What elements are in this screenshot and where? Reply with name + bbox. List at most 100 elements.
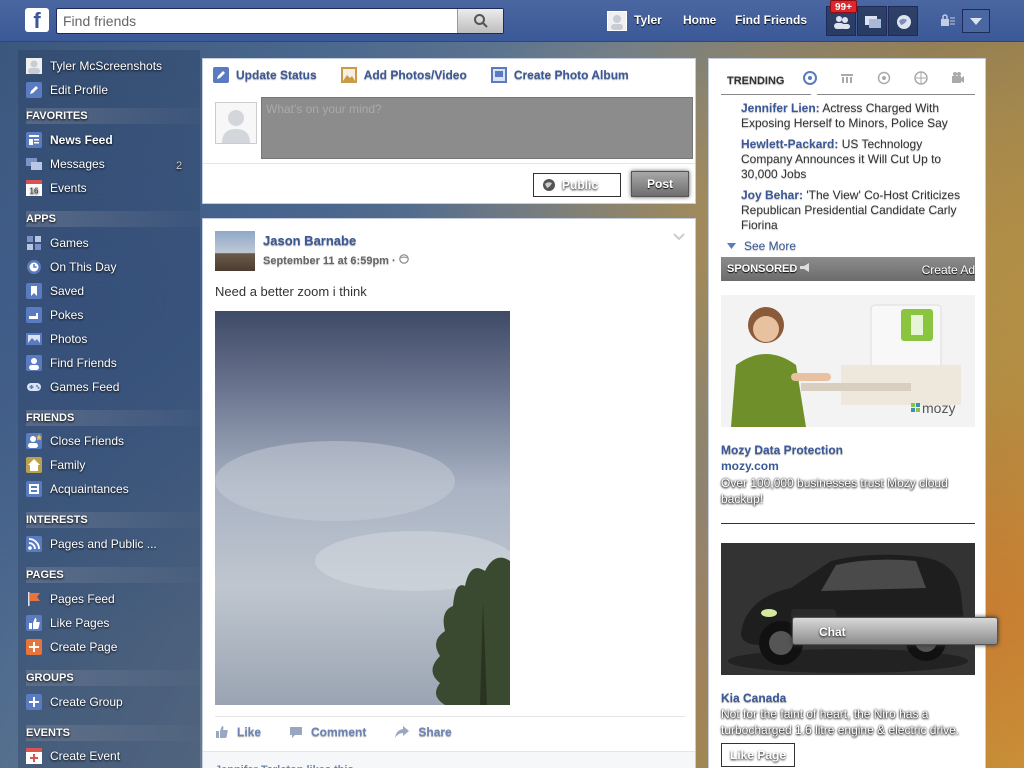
- favorites-header: FAVORITES: [26, 108, 200, 124]
- sidebar-item-pages-feed[interactable]: Pages Feed: [26, 589, 115, 609]
- feed-story: Jason Barnabe September 11 at 6:59pm · N…: [202, 218, 696, 768]
- entertainment-icon[interactable]: [951, 71, 965, 85]
- car-photo: [721, 543, 975, 675]
- rss-icon: [26, 536, 42, 552]
- story-timestamp[interactable]: September 11 at 6:59pm ·: [263, 254, 409, 267]
- messages-sidebar-icon: [26, 156, 42, 172]
- mozy-ad-body[interactable]: Over 100,000 businesses trust Mozy cloud…: [721, 475, 975, 507]
- like-page-button[interactable]: Like Page: [721, 743, 796, 767]
- sidebar-item-events[interactable]: 16 Events: [26, 178, 87, 198]
- messages-jewel[interactable]: [857, 6, 887, 36]
- sidebar-item-find-friends[interactable]: Find Friends: [26, 353, 117, 373]
- photo-icon: [340, 67, 357, 83]
- sidebar-item-create-group[interactable]: Create Group: [26, 692, 123, 712]
- sidebar-events-label: Events: [50, 181, 87, 195]
- kia-ad-body[interactable]: Not for the faint of heart, the Niro has…: [721, 706, 975, 738]
- globe-icon: [897, 15, 911, 29]
- sidebar-edit-profile[interactable]: Edit Profile: [26, 80, 108, 100]
- sidebar-item-close-friends[interactable]: Close Friends: [26, 431, 124, 451]
- sidebar-item-acquaintances[interactable]: Acquaintances: [26, 479, 129, 499]
- tab-update-status[interactable]: Update Status: [213, 67, 317, 83]
- sidebar-item-games[interactable]: Games: [26, 233, 89, 253]
- facebook-logo[interactable]: f: [25, 8, 49, 33]
- events-header: EVENTS: [26, 725, 200, 741]
- sponsored-label: SPONSORED: [727, 263, 798, 275]
- settings-dropdown-button[interactable]: [962, 9, 990, 33]
- sidebar-profile[interactable]: Tyler McScreenshots: [26, 56, 162, 76]
- post-button[interactable]: Post: [631, 171, 689, 197]
- create-ad-link[interactable]: Create Ad: [922, 263, 975, 277]
- story-likes-summary[interactable]: Jennifer Tarleton likes this.: [203, 751, 695, 768]
- science-icon[interactable]: [877, 71, 891, 85]
- sidebar-profile-name: Tyler McScreenshots: [50, 59, 163, 73]
- sidebar-item-on-this-day[interactable]: On This Day: [26, 257, 116, 277]
- create-event-icon: [26, 748, 42, 764]
- trend-item-1[interactable]: Jennifer Lien: Actress Charged With Expo…: [741, 101, 971, 131]
- status-input[interactable]: What's on your mind?: [261, 97, 693, 159]
- trending-title: TRENDING: [727, 75, 785, 87]
- story-photo[interactable]: [215, 311, 510, 705]
- messages-icon: [865, 16, 881, 28]
- privacy-shortcut-icon[interactable]: [940, 13, 956, 29]
- games-icon: [26, 235, 42, 251]
- sidebar-item-pokes[interactable]: Pokes: [26, 305, 83, 325]
- trend-item-2[interactable]: Hewlett-Packard: US Technology Company A…: [741, 137, 971, 182]
- user-avatar[interactable]: [607, 11, 627, 31]
- share-label: Share: [418, 725, 452, 739]
- find-friends-link[interactable]: Find Friends: [735, 13, 807, 27]
- mozy-ad-title[interactable]: Mozy Data Protection: [721, 443, 843, 457]
- comment-label: Comment: [311, 725, 367, 739]
- share-button[interactable]: Share: [394, 725, 452, 739]
- acquaintances-icon: [26, 481, 42, 497]
- clock-icon: [26, 259, 42, 275]
- sidebar-family-label: Family: [50, 458, 86, 472]
- sidebar-pages-public-label: Pages and Public ...: [50, 537, 157, 551]
- audience-selector[interactable]: Public: [533, 173, 621, 197]
- sidebar-item-family[interactable]: Family: [26, 455, 85, 475]
- story-author-name[interactable]: Jason Barnabe: [263, 233, 356, 248]
- search-input[interactable]: [63, 12, 458, 30]
- sidebar-item-games-feed[interactable]: Games Feed: [26, 377, 119, 397]
- sidebar-item-messages[interactable]: Messages: [26, 154, 105, 174]
- svg-text:mozy: mozy: [922, 400, 955, 416]
- search-button[interactable]: [457, 9, 503, 33]
- sidebar-create-event-label: Create Event: [50, 749, 121, 763]
- like-button[interactable]: Like: [215, 725, 261, 739]
- chat-tab[interactable]: Chat: [792, 617, 998, 645]
- sidebar-item-news-feed[interactable]: News Feed: [26, 130, 113, 150]
- sidebar-item-like-pages[interactable]: Like Pages: [26, 613, 109, 633]
- kia-ad-title[interactable]: Kia Canada: [721, 691, 786, 705]
- sidebar-item-saved[interactable]: Saved: [26, 281, 84, 301]
- groups-header: GROUPS: [26, 670, 200, 686]
- comment-icon: [290, 727, 303, 738]
- silhouette-icon: [608, 12, 626, 30]
- sidebar-games-feed-label: Games Feed: [50, 380, 120, 394]
- kia-ad-image[interactable]: [721, 543, 975, 675]
- sidebar-create-page-label: Create Page: [50, 640, 118, 654]
- tab-create-album[interactable]: Create Photo Album: [490, 67, 629, 83]
- mozy-ad-domain[interactable]: mozy.com: [721, 459, 779, 473]
- album-icon: [490, 67, 507, 83]
- sidebar-item-pages-public[interactable]: Pages and Public ...: [26, 534, 157, 554]
- sports-icon[interactable]: [914, 71, 928, 85]
- home-link[interactable]: Home: [683, 13, 716, 27]
- sidebar-item-create-page[interactable]: Create Page: [26, 637, 117, 657]
- profile-link[interactable]: Tyler: [634, 13, 662, 27]
- sidebar-item-photos[interactable]: Photos: [26, 329, 87, 349]
- comment-button[interactable]: Comment: [289, 725, 366, 739]
- sidebar-like-pages-label: Like Pages: [50, 616, 110, 630]
- politics-icon[interactable]: [840, 71, 854, 85]
- story-author-avatar[interactable]: [215, 231, 255, 271]
- chevron-down-icon[interactable]: [673, 233, 685, 241]
- mozy-ad-image[interactable]: mozy: [721, 295, 975, 427]
- sidebar-item-create-event[interactable]: Create Event: [26, 746, 120, 766]
- trend-item-3[interactable]: Joy Behar: 'The View' Co-Host Criticizes…: [741, 188, 971, 233]
- tab-add-photos[interactable]: Add Photos/Video: [340, 67, 467, 83]
- search-box: [56, 8, 504, 34]
- add-photos-label: Add Photos/Video: [363, 68, 467, 82]
- see-more-link[interactable]: See More: [727, 239, 796, 253]
- notifications-jewel[interactable]: [888, 6, 918, 36]
- create-page-icon: [26, 639, 42, 655]
- top-trends-icon[interactable]: [803, 71, 817, 85]
- pencil-icon: [213, 67, 229, 83]
